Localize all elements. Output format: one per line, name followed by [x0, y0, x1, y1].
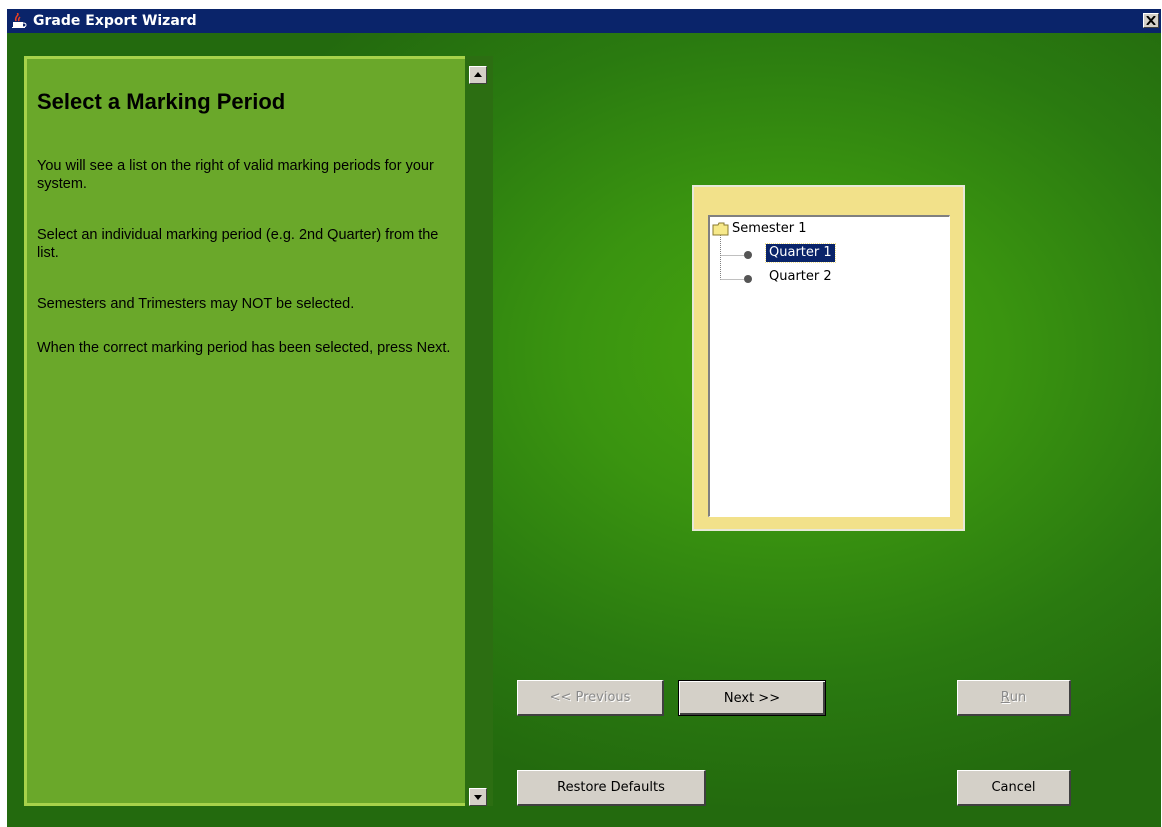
scroll-up-button[interactable]: [469, 66, 487, 84]
instructions-title: Select a Marking Period: [37, 89, 286, 114]
marking-period-frame: Semester 1 Quarter 1 Quarter 2: [692, 185, 965, 531]
restore-defaults-button[interactable]: Restore Defaults: [517, 770, 706, 806]
tree-node-quarter-2[interactable]: Quarter 2: [710, 268, 930, 286]
tree-node-quarter-1[interactable]: Quarter 1: [710, 243, 930, 263]
instructions-scrollbar[interactable]: [465, 56, 493, 806]
leaf-node-icon: [744, 275, 752, 283]
instructions-paragraph: You will see a list on the right of vali…: [37, 158, 434, 192]
folder-icon: [712, 222, 729, 236]
instructions-paragraph: Semesters and Trimesters may NOT be sele…: [37, 296, 355, 312]
tree-label: Quarter 2: [769, 269, 832, 284]
previous-button[interactable]: << Previous: [517, 680, 664, 716]
leaf-node-icon: [744, 251, 752, 259]
scroll-down-button[interactable]: [469, 788, 487, 806]
close-button[interactable]: [1143, 13, 1159, 28]
close-icon: [1146, 16, 1156, 25]
java-cup-icon: [12, 13, 27, 28]
tree-label: Quarter 1: [765, 243, 836, 263]
instructions-panel: Select a Marking Period You will see a l…: [24, 56, 465, 806]
marking-period-tree[interactable]: Semester 1 Quarter 1 Quarter 2: [708, 215, 950, 517]
instructions-paragraph: Select an individual marking period (e.g…: [37, 227, 439, 261]
instructions-paragraph: When the correct marking period has been…: [37, 340, 451, 356]
title-bar[interactable]: Grade Export Wizard: [7, 9, 1161, 33]
wizard-window: Grade Export Wizard Select a Marking Per…: [7, 9, 1161, 827]
arrow-down-icon: [474, 795, 482, 800]
window-title: Grade Export Wizard: [33, 13, 197, 29]
tree-label: Semester 1: [732, 221, 807, 236]
run-button[interactable]: Run: [957, 680, 1071, 716]
arrow-up-icon: [474, 72, 482, 77]
run-mnemonic: R: [1000, 690, 1010, 705]
wizard-content: Select a Marking Period You will see a l…: [7, 33, 1161, 827]
run-label-rest: un: [1009, 690, 1027, 705]
next-button[interactable]: Next >>: [678, 680, 826, 716]
cancel-button[interactable]: Cancel: [957, 770, 1071, 806]
